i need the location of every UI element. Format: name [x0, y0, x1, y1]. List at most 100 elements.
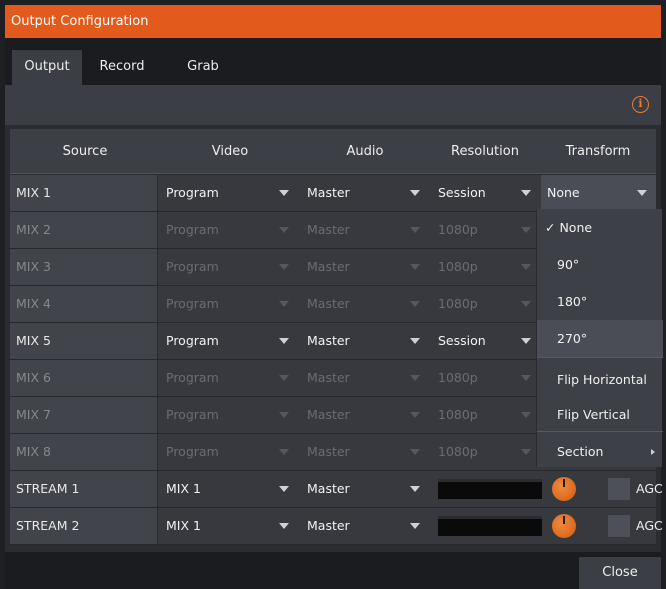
video-select[interactable]: Program	[160, 286, 298, 322]
footer: Close	[5, 552, 661, 589]
video-select[interactable]: Program	[160, 434, 298, 470]
audio-select[interactable]: Master	[301, 508, 429, 544]
transform-select[interactable]: None	[541, 175, 656, 211]
audio-select[interactable]: Master	[301, 471, 429, 507]
resolution-value: 1080p	[438, 444, 478, 459]
audio-value: Master	[307, 296, 350, 311]
meter-divider	[438, 479, 542, 482]
resolution-select[interactable]: 1080p	[432, 286, 540, 322]
menu-item-270[interactable]: 270°	[537, 320, 663, 357]
video-value: MIX 1	[166, 518, 201, 533]
menu-item-90[interactable]: 90°	[537, 246, 663, 283]
resolution-value: 1080p	[438, 296, 478, 311]
menu-item-none[interactable]: ✓ None	[537, 209, 663, 246]
resolution-select[interactable]: 1080p	[432, 212, 540, 248]
transform-dropdown-menu: ✓ None 90° 180° 270° Flip Horizontal Fli…	[536, 209, 663, 470]
source-label: MIX 8	[10, 434, 157, 470]
video-select[interactable]: Program	[160, 397, 298, 433]
source-label: MIX 3	[10, 249, 157, 285]
tab-output[interactable]: Output	[12, 50, 82, 85]
divider	[157, 360, 158, 396]
resolution-select[interactable]: 1080p	[432, 360, 540, 396]
audio-select[interactable]: Master	[301, 286, 429, 322]
resolution-value: 1080p	[438, 222, 478, 237]
audio-select[interactable]: Master	[301, 212, 429, 248]
chevron-right-icon	[651, 449, 655, 455]
info-icon[interactable]: i	[632, 96, 649, 113]
table-row: MIX 1 Program Master Session None	[10, 175, 656, 212]
toolbar: i	[5, 85, 661, 125]
menu-separator	[537, 357, 663, 358]
source-label: STREAM 2	[10, 508, 157, 544]
resolution-value: Session	[438, 333, 486, 348]
video-select[interactable]: Program	[160, 212, 298, 248]
audio-select[interactable]: Master	[301, 175, 429, 211]
audio-value: Master	[307, 407, 350, 422]
column-header-source: Source	[62, 144, 108, 159]
divider	[157, 175, 158, 211]
column-header-audio: Audio	[346, 144, 384, 159]
resolution-select[interactable]: Session	[432, 175, 540, 211]
chevron-down-icon	[521, 412, 531, 418]
audio-value: Master	[307, 444, 350, 459]
source-label: MIX 6	[10, 360, 157, 396]
chevron-down-icon	[521, 375, 531, 381]
video-select[interactable]: Program	[160, 175, 298, 211]
video-select[interactable]: Program	[160, 249, 298, 285]
chevron-down-icon	[410, 301, 420, 307]
menu-item-section[interactable]: Section	[537, 433, 663, 470]
divider	[157, 212, 158, 248]
audio-select[interactable]: Master	[301, 397, 429, 433]
audio-select[interactable]: Master	[301, 249, 429, 285]
audio-select[interactable]: Master	[301, 360, 429, 396]
stream-row: STREAM 1 MIX 1 Master AGC	[10, 471, 663, 508]
video-value: MIX 1	[166, 481, 201, 496]
audio-value: Master	[307, 518, 350, 533]
resolution-select[interactable]: Session	[432, 323, 540, 359]
resolution-select[interactable]: 1080p	[432, 434, 540, 470]
resolution-select[interactable]: 1080p	[432, 249, 540, 285]
audio-value: Master	[307, 370, 350, 385]
menu-item-flip-vertical[interactable]: Flip Vertical	[537, 396, 663, 433]
chevron-down-icon	[279, 264, 289, 270]
video-select[interactable]: Program	[160, 360, 298, 396]
chevron-down-icon	[410, 449, 420, 455]
audio-select[interactable]: Master	[301, 434, 429, 470]
tab-record[interactable]: Record	[87, 50, 157, 85]
audio-value: Master	[307, 333, 350, 348]
knob-indicator	[563, 516, 565, 524]
window-title: Output Configuration	[5, 5, 661, 38]
menu-item-section-label: Section	[557, 444, 604, 459]
chevron-down-icon	[279, 412, 289, 418]
video-value: Program	[166, 185, 219, 200]
audio-select[interactable]: Master	[301, 323, 429, 359]
chevron-down-icon	[637, 190, 647, 196]
transform-value: None	[547, 185, 580, 200]
table-header: Source Video Audio Resolution Transform	[10, 129, 656, 174]
video-value: Program	[166, 222, 219, 237]
menu-item-flip-horizontal[interactable]: Flip Horizontal	[537, 361, 663, 398]
video-select[interactable]: Program	[160, 323, 298, 359]
divider	[157, 508, 158, 544]
gain-knob[interactable]	[552, 477, 576, 501]
video-select[interactable]: MIX 1	[160, 471, 298, 507]
chevron-down-icon	[279, 523, 289, 529]
video-select[interactable]: MIX 1	[160, 508, 298, 544]
agc-label: AGC	[636, 518, 663, 533]
tab-grab[interactable]: Grab	[173, 50, 233, 85]
column-header-transform: Transform	[565, 144, 631, 159]
close-button[interactable]: Close	[579, 557, 661, 589]
menu-item-180[interactable]: 180°	[537, 283, 663, 320]
resolution-value: 1080p	[438, 259, 478, 274]
chevron-down-icon	[279, 486, 289, 492]
audio-level-meter	[438, 516, 542, 536]
chevron-down-icon	[279, 301, 289, 307]
resolution-select[interactable]: 1080p	[432, 397, 540, 433]
agc-checkbox[interactable]	[608, 478, 630, 500]
chevron-down-icon	[521, 449, 531, 455]
chevron-down-icon	[410, 375, 420, 381]
audio-value: Master	[307, 185, 350, 200]
gain-knob[interactable]	[552, 514, 576, 538]
agc-checkbox[interactable]	[608, 515, 630, 537]
divider	[157, 397, 158, 433]
